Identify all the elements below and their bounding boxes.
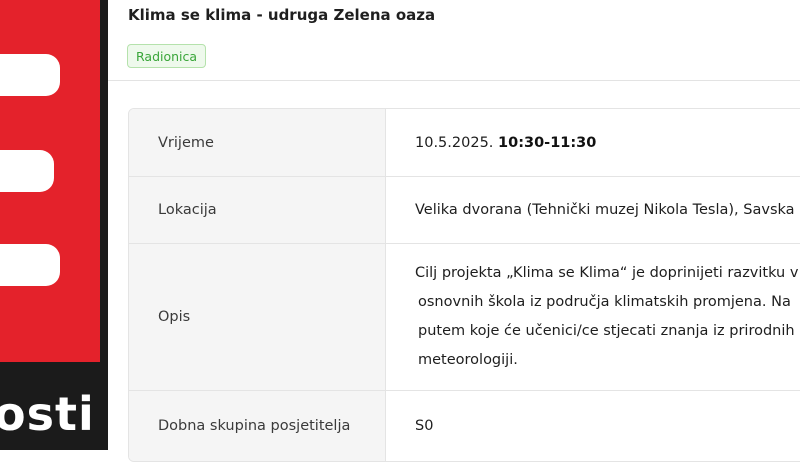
- logo-bar-top: [0, 54, 60, 96]
- description-line: Cilj projekta „Klima se Klima“ je doprin…: [415, 265, 799, 281]
- description-label: Opis: [129, 244, 386, 390]
- description-line: meteorologiji.: [418, 352, 518, 368]
- site-logo-panel[interactable]: osti: [0, 0, 108, 450]
- header-divider: [108, 80, 800, 81]
- info-row-location: Lokacija Velika dvorana (Tehnički muzej …: [129, 176, 800, 243]
- logo-bar-middle: [0, 150, 54, 192]
- event-details-panel: Klima se klima - udruga Zelena oaza Radi…: [108, 0, 800, 462]
- time-label: Vrijeme: [129, 109, 386, 176]
- event-info-table: Vrijeme 10.5.2025. 10:30-11:30 Lokacija …: [128, 108, 800, 462]
- age-group-label: Dobna skupina posjetitelja: [129, 391, 386, 461]
- location-label: Lokacija: [129, 177, 386, 243]
- description-text: Cilj projekta „Klima se Klima“ je doprin…: [415, 259, 798, 375]
- event-category-badge: Radionica: [127, 44, 207, 68]
- description-line: osnovnih škola iz područja klimatskih pr…: [418, 294, 791, 310]
- description-value: Cilj projekta „Klima se Klima“ je doprin…: [386, 244, 800, 390]
- description-line: putem koje će učenici/ce stjecati znanja…: [418, 323, 795, 339]
- info-row-description: Opis Cilj projekta „Klima se Klima“ je d…: [129, 243, 800, 390]
- logo-bar-bottom: [0, 244, 60, 286]
- logo-wordmark: osti: [0, 387, 95, 441]
- event-date: 10.5.2025.: [415, 134, 494, 151]
- logo-red-block: [0, 0, 100, 362]
- time-value: 10.5.2025. 10:30-11:30: [386, 109, 800, 176]
- age-group-value: S0: [415, 418, 434, 434]
- location-value: Velika dvorana (Tehnički muzej Nikola Te…: [415, 202, 795, 218]
- event-hours: 10:30-11:30: [498, 134, 597, 151]
- info-row-time: Vrijeme 10.5.2025. 10:30-11:30: [129, 109, 800, 176]
- info-row-age-group: Dobna skupina posjetitelja S0: [129, 390, 800, 461]
- event-title: Klima se klima - udruga Zelena oaza: [128, 6, 436, 24]
